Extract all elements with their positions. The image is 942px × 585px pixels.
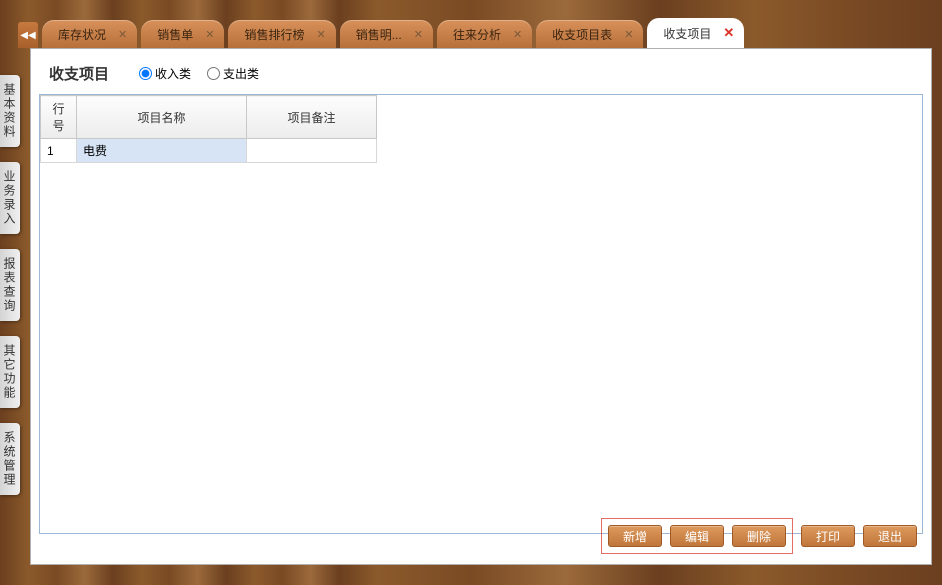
tab-label: 销售明... <box>356 26 402 43</box>
table-row[interactable]: 1 电费 <box>41 139 377 163</box>
page-title: 收支项目 <box>49 63 109 84</box>
close-icon[interactable]: ✕ <box>723 25 734 41</box>
tab-label: 往来分析 <box>453 26 501 43</box>
tab-label: 销售单 <box>157 26 193 43</box>
sidebar-item-business-entry[interactable]: 业务录入 <box>0 162 20 234</box>
radio-income-label: 收入类 <box>155 65 191 82</box>
footer-toolbar: 新增 编辑 删除 打印 退出 <box>601 518 917 554</box>
col-header-remark[interactable]: 项目备注 <box>247 96 377 139</box>
cell-name[interactable]: 电费 <box>77 139 247 163</box>
tab-label: 收支项目表 <box>552 26 612 43</box>
close-icon[interactable]: ✕ <box>205 28 214 41</box>
main-panel: 收支项目 收入类 支出类 行号 项目名称 项目备注 1 <box>30 48 932 565</box>
tab-sales-ranking[interactable]: 销售排行榜 ✕ <box>228 20 335 48</box>
close-icon[interactable]: ✕ <box>513 28 522 41</box>
radio-expense-input[interactable] <box>207 67 220 80</box>
panel-header: 收支项目 收入类 支出类 <box>31 49 931 94</box>
items-table: 行号 项目名称 项目备注 1 电费 <box>40 95 377 163</box>
sidebar-item-basic-data[interactable]: 基本资料 <box>0 75 20 147</box>
close-icon[interactable]: ✕ <box>118 28 127 41</box>
cell-rownum: 1 <box>41 139 77 163</box>
type-radio-group: 收入类 支出类 <box>139 65 259 82</box>
sidebar-item-report-query[interactable]: 报表查询 <box>0 249 20 321</box>
col-header-rownum[interactable]: 行号 <box>41 96 77 139</box>
tab-sales-order[interactable]: 销售单 ✕ <box>141 20 224 48</box>
print-button[interactable]: 打印 <box>801 525 855 547</box>
close-icon[interactable]: ✕ <box>414 28 423 41</box>
tab-income-expense-item[interactable]: 收支项目 ✕ <box>647 18 744 48</box>
radio-expense-label: 支出类 <box>223 65 259 82</box>
tab-contact-analysis[interactable]: 往来分析 ✕ <box>437 20 532 48</box>
sidebar-item-other-functions[interactable]: 其它功能 <box>0 336 20 408</box>
add-button[interactable]: 新增 <box>608 525 662 547</box>
delete-button[interactable]: 删除 <box>732 525 786 547</box>
tab-sales-detail[interactable]: 销售明... ✕ <box>340 20 433 48</box>
tab-scroll-left[interactable]: ◀◀ <box>18 22 38 48</box>
tab-label: 收支项目 <box>663 25 711 42</box>
tab-label: 库存状况 <box>58 26 106 43</box>
tab-inventory-status[interactable]: 库存状况 ✕ <box>42 20 137 48</box>
radio-expense[interactable]: 支出类 <box>207 65 259 82</box>
exit-button[interactable]: 退出 <box>863 525 917 547</box>
close-icon[interactable]: ✕ <box>316 28 325 41</box>
radio-income[interactable]: 收入类 <box>139 65 191 82</box>
edit-button[interactable]: 编辑 <box>670 525 724 547</box>
sidebar-item-system-manage[interactable]: 系统管理 <box>0 423 20 495</box>
cell-remark[interactable] <box>247 139 377 163</box>
sidebar: 基本资料 业务录入 报表查询 其它功能 系统管理 <box>0 75 20 495</box>
tab-income-expense-table[interactable]: 收支项目表 ✕ <box>536 20 643 48</box>
radio-income-input[interactable] <box>139 67 152 80</box>
close-icon[interactable]: ✕ <box>624 28 633 41</box>
highlighted-button-group: 新增 编辑 删除 <box>601 518 793 554</box>
tab-bar: ◀◀ 库存状况 ✕ 销售单 ✕ 销售排行榜 ✕ 销售明... ✕ 往来分析 ✕ … <box>18 18 942 48</box>
col-header-name[interactable]: 项目名称 <box>77 96 247 139</box>
tab-label: 销售排行榜 <box>244 26 304 43</box>
table-container[interactable]: 行号 项目名称 项目备注 1 电费 <box>39 94 923 534</box>
